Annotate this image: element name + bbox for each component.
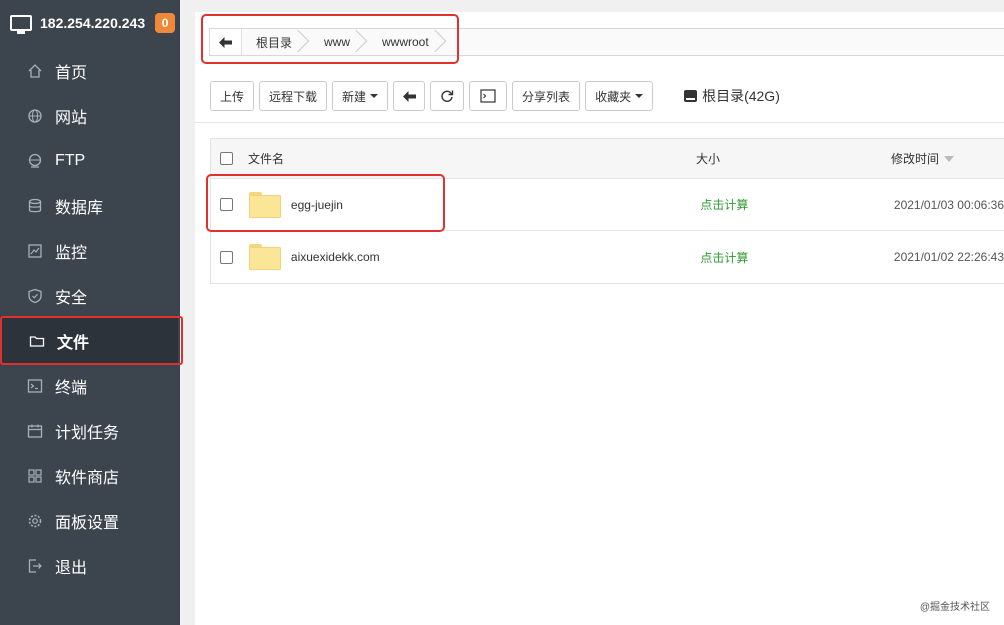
hard-drive-icon [684,90,698,102]
favorites-button[interactable]: 收藏夹 [585,81,654,111]
shield-icon [27,288,43,304]
file-table: 文件名 大小 修改时间 egg-juejin 点击计算 2021/01/03 0… [206,138,1004,284]
monitor-icon [10,14,32,34]
column-header-modified[interactable]: 修改时间 [891,150,955,167]
sidebar-item-terminal[interactable]: 终端 [0,363,180,408]
breadcrumb-back-button[interactable] [210,29,242,55]
file-name-cell[interactable]: aixuexidekk.com [248,244,700,270]
remote-download-button[interactable]: 远程下载 [259,81,328,111]
breadcrumb-label: 根目录 [256,35,293,50]
sidebar-item-website[interactable]: 网站 [0,93,180,138]
sidebar-item-database[interactable]: 数据库 [0,183,180,228]
folder-icon [248,191,281,218]
terminal-icon [480,89,496,103]
modified-time: 2021/01/03 00:06:36 [893,197,1004,212]
grid-icon [27,468,43,484]
database-icon [27,198,43,214]
sidebar-item-security[interactable]: 安全 [0,273,180,318]
sidebar: 182.254.220.243 0 首页 网站 FTP 数据库 监控 安全 文件… [0,0,183,625]
sidebar-item-cron[interactable]: 计划任务 [0,408,180,453]
sidebar-item-label: 退出 [55,559,88,577]
breadcrumb-label: wwwroot [382,35,429,49]
refresh-icon [441,90,454,102]
sidebar-item-label: 数据库 [55,199,104,217]
table-row[interactable]: egg-juejin 点击计算 2021/01/03 00:06:36 [206,174,1004,232]
top-gap [195,0,1004,12]
disk-label: 根目录(42G) [702,88,780,104]
folder-icon [248,244,281,270]
server-header: 182.254.220.243 0 [0,0,180,45]
sidebar-item-label: 监控 [55,244,88,262]
terminal-button[interactable] [469,81,508,111]
sidebar-item-home[interactable]: 首页 [0,48,180,93]
server-ip: 182.254.220.243 [40,14,146,31]
upload-button[interactable]: 上传 [210,81,255,111]
sidebar-item-label: 网站 [55,109,88,127]
select-all-checkbox[interactable] [220,152,233,165]
disk-indicator[interactable]: 根目录(42G) [684,86,780,106]
new-button-label: 新建 [342,89,367,104]
back-button[interactable] [393,81,426,111]
file-name[interactable]: aixuexidekk.com [291,250,380,264]
table-header: 文件名 大小 修改时间 [211,139,1004,179]
breadcrumb: 根目录 www wwwroot [209,28,1004,56]
home-icon [27,63,43,79]
sidebar-item-label: 面板设置 [55,514,120,532]
column-header-name[interactable]: 文件名 [248,150,696,167]
sidebar-item-label: 终端 [55,379,88,397]
breadcrumb-item-wwwroot[interactable]: wwwroot [368,29,447,55]
toolbar: 上传 远程下载 新建 分享列表 收藏夹 根目录(42G) [210,81,780,111]
sidebar-item-label: 软件商店 [55,469,120,487]
row-checkbox[interactable] [220,198,233,211]
chevron-down-icon [635,94,644,98]
gear-icon [27,513,43,529]
sidebar-item-ftp[interactable]: FTP [0,138,180,183]
sidebar-item-label: 计划任务 [55,424,120,442]
sidebar-item-label: 安全 [55,289,88,307]
sidebar-item-label: 首页 [55,64,88,82]
file-name[interactable]: egg-juejin [291,198,343,212]
column-header-label: 修改时间 [891,152,940,166]
breadcrumb-item-www[interactable]: www [310,29,368,55]
file-manager-panel: 根目录 www wwwroot 上传 远程下载 新建 分享列表 收藏夹 根目录(… [195,0,1004,625]
monitor-chart-icon [27,243,43,259]
ftp-icon [27,153,43,169]
arrow-left-icon [402,90,416,102]
chevron-down-icon [370,94,379,98]
new-button[interactable]: 新建 [332,81,389,111]
sidebar-item-app-store[interactable]: 软件商店 [0,453,180,498]
divider [195,122,1004,123]
row-checkbox[interactable] [220,250,233,264]
file-name-cell[interactable]: egg-juejin [248,191,700,218]
sidebar-item-label: FTP [55,151,86,169]
logout-icon [27,558,43,574]
calculate-size-link[interactable]: 点击计算 [700,249,894,266]
highlight-box [0,316,183,365]
arrow-left-icon [219,36,232,48]
table-row[interactable]: aixuexidekk.com 点击计算 2021/01/02 22:26:43 [211,231,1004,283]
sidebar-item-label: 文件 [57,334,90,352]
breadcrumb-label: www [324,35,351,49]
notification-badge[interactable]: 0 [155,12,176,33]
calendar-icon [27,423,43,439]
globe-icon [27,108,43,124]
sidebar-item-settings[interactable]: 面板设置 [0,498,180,543]
sidebar-item-files[interactable]: 文件 [0,316,183,365]
folder-icon [29,333,45,349]
sidebar-item-monitor[interactable]: 监控 [0,228,180,273]
terminal-icon [27,378,43,394]
refresh-button[interactable] [430,81,465,111]
share-list-button[interactable]: 分享列表 [512,81,581,111]
favorites-button-label: 收藏夹 [595,89,632,104]
column-header-size[interactable]: 大小 [696,150,891,167]
sidebar-item-logout[interactable]: 退出 [0,543,180,588]
breadcrumb-item-root[interactable]: 根目录 [242,29,310,55]
sidebar-menu: 首页 网站 FTP 数据库 监控 安全 文件 终端 计划任务 软件商店 面板设置… [0,48,183,588]
watermark: @掘金技术社区 [919,602,990,613]
sort-down-icon [944,155,955,162]
modified-time: 2021/01/02 22:26:43 [893,250,1004,264]
calculate-size-link[interactable]: 点击计算 [700,196,894,213]
